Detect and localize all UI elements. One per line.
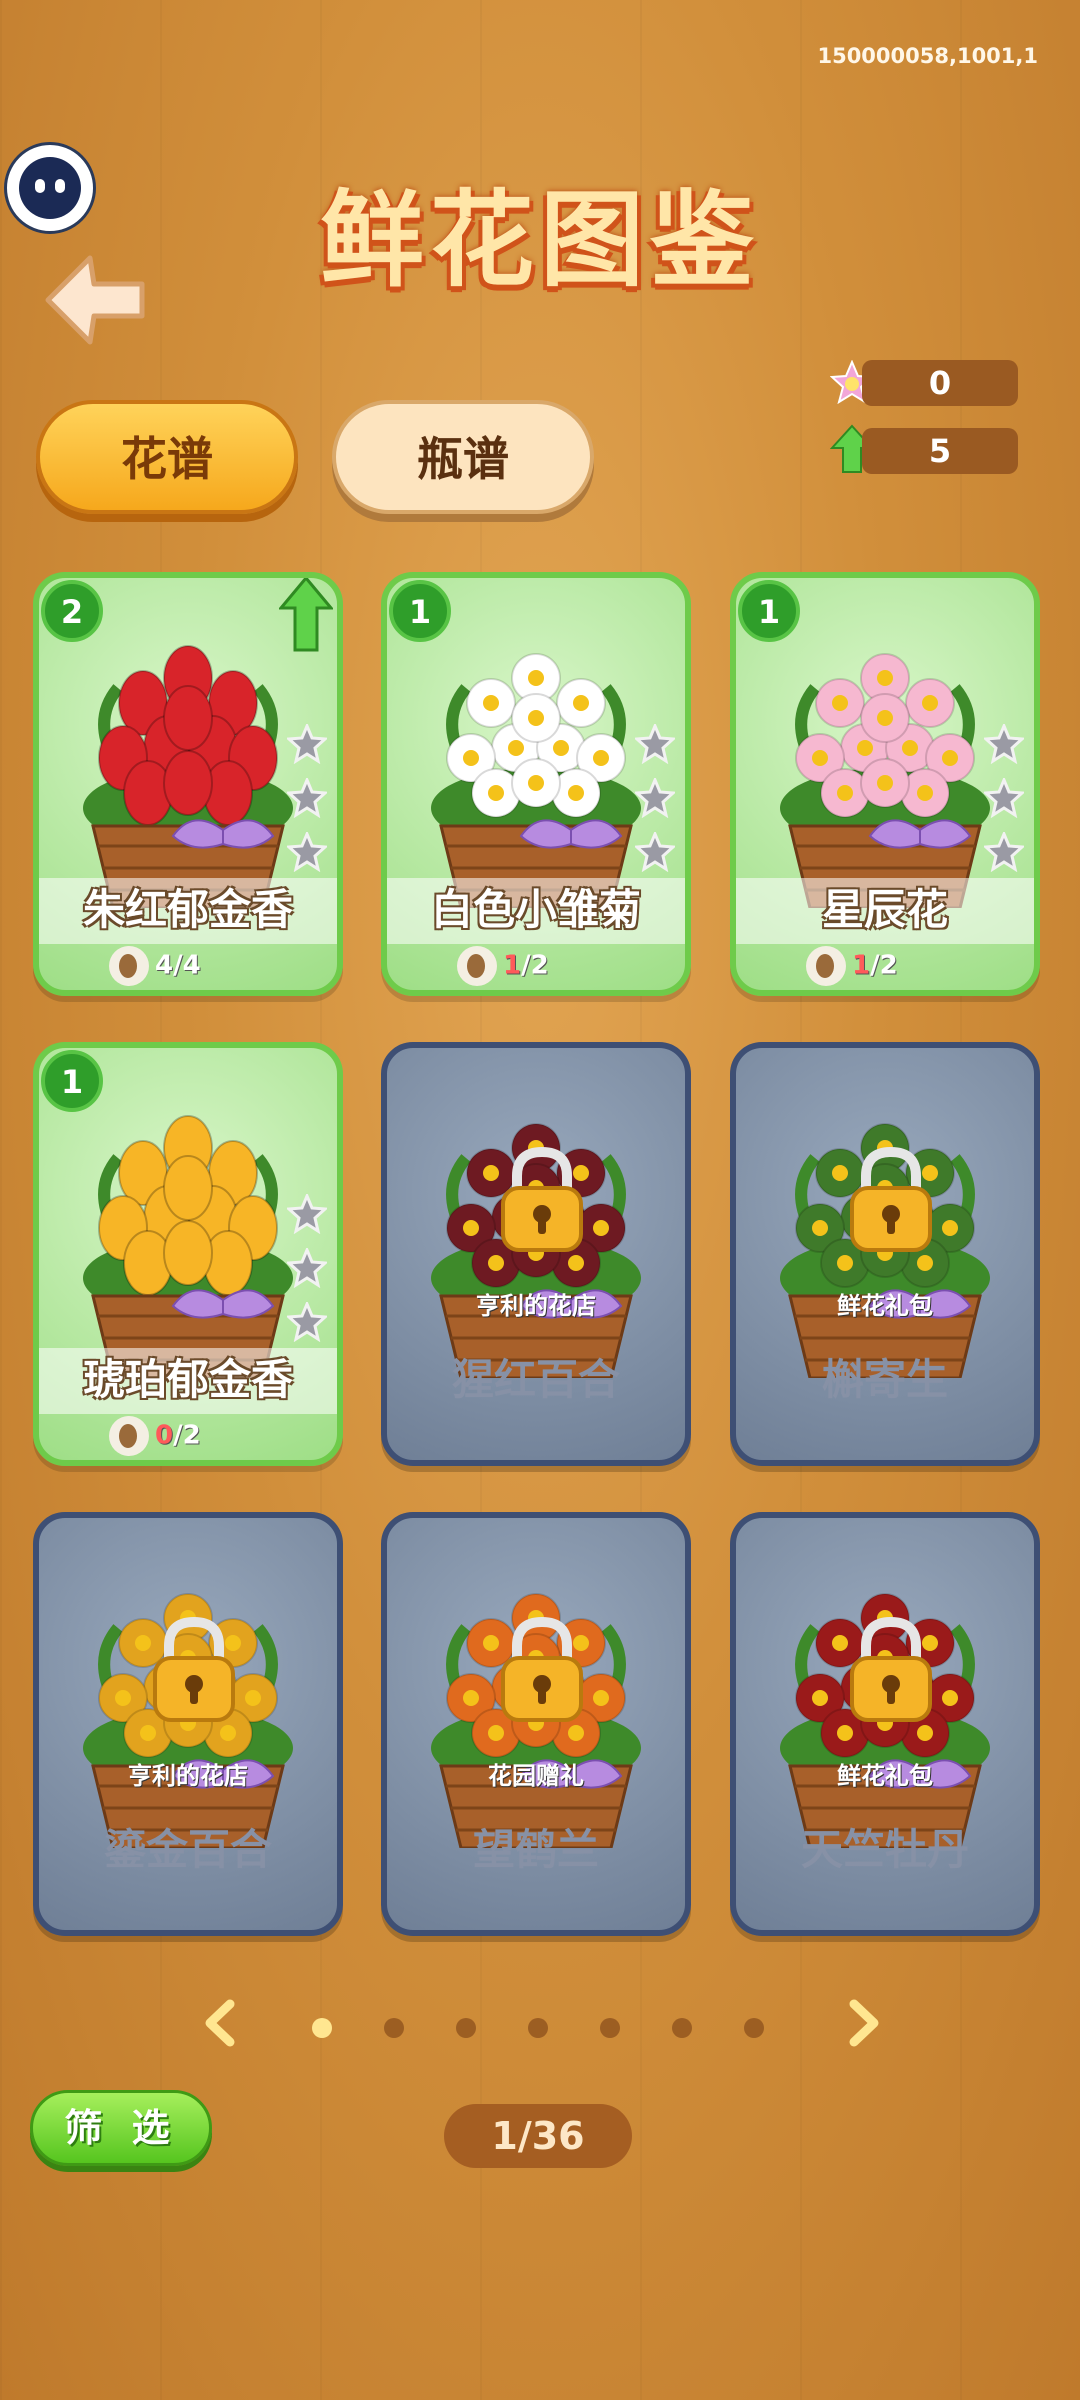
seed-progress-total: /2 xyxy=(521,950,549,981)
flower-card[interactable]: 2 朱红郁金香 4/4 xyxy=(33,572,343,996)
unlock-source: 鲜花礼包 xyxy=(837,1292,933,1320)
chevron-left-icon xyxy=(205,1999,235,2047)
seed-progress: 0/2 xyxy=(109,1416,201,1456)
level-badge: 1 xyxy=(41,1050,103,1112)
upgrade-arrow-icon[interactable] xyxy=(277,578,335,654)
star-slot-icon xyxy=(633,776,677,819)
level-badge: 1 xyxy=(389,580,451,642)
unlock-source: 亨利的花店 xyxy=(476,1292,596,1320)
level-badge: 1 xyxy=(738,580,800,642)
page-title: 鲜花图鉴 xyxy=(319,179,760,301)
flower-card[interactable]: 1 星辰花 1/2 xyxy=(730,572,1040,996)
flower-name: 槲寄生 xyxy=(821,1355,948,1404)
page-dot[interactable] xyxy=(384,2018,404,2038)
seed-progress-have: 0 xyxy=(155,1420,174,1451)
lock-icon xyxy=(497,1144,587,1254)
flower-illustration xyxy=(73,1078,303,1380)
seed-icon xyxy=(109,1416,149,1456)
star-count: 0 xyxy=(862,360,1018,406)
page-dot[interactable] xyxy=(672,2018,692,2038)
tab-vase-book[interactable]: 瓶谱 xyxy=(332,400,594,514)
flower-illustration xyxy=(421,608,651,910)
star-slot-icon xyxy=(285,830,329,873)
flower-card[interactable]: 1 白色小雏菊 1/2 xyxy=(381,572,691,996)
star-slot-icon xyxy=(285,1246,329,1289)
star-slot-icon xyxy=(982,722,1026,765)
seed-progress-have: 1 xyxy=(503,950,522,981)
star-slot-icon xyxy=(982,776,1026,819)
flower-card[interactable]: 1 琥珀郁金香 0/2 xyxy=(33,1042,343,1466)
flower-illustration xyxy=(770,608,1000,910)
star-slot-icon xyxy=(285,1300,329,1343)
flower-name: 天竺牡丹 xyxy=(800,1825,969,1874)
seed-icon xyxy=(109,946,149,986)
page-indicator: 1/36 xyxy=(444,2104,632,2168)
lock-icon xyxy=(846,1614,936,1724)
chevron-right-icon xyxy=(849,1999,879,2047)
seed-progress-have: 4 xyxy=(155,950,174,981)
star-slot-icon xyxy=(285,722,329,765)
page-dot[interactable] xyxy=(600,2018,620,2038)
flower-name: 白色小雏菊 xyxy=(387,878,685,944)
upgrade-count: 5 xyxy=(862,428,1018,474)
level-badge: 2 xyxy=(41,580,103,642)
star-slot-icon xyxy=(982,830,1026,873)
flower-name: 朱红郁金香 xyxy=(39,878,337,944)
flower-card[interactable]: 鲜花礼包 天竺牡丹 xyxy=(730,1512,1040,1936)
flower-name: 猩红百合 xyxy=(451,1355,620,1404)
flower-name: 鎏金百合 xyxy=(103,1825,272,1874)
seed-progress-total: /2 xyxy=(173,1420,201,1451)
seed-icon xyxy=(457,946,497,986)
star-rating xyxy=(285,1192,331,1356)
star-rating xyxy=(285,722,331,886)
seed-progress-total: /4 xyxy=(173,950,201,981)
seed-progress-have: 1 xyxy=(852,950,871,981)
flower-card[interactable]: 亨利的花店 鎏金百合 xyxy=(33,1512,343,1936)
page-dot[interactable] xyxy=(456,2018,476,2038)
lock-icon xyxy=(846,1144,936,1254)
flower-card[interactable]: 花园赠礼 望鹤兰 xyxy=(381,1512,691,1936)
page-dot[interactable] xyxy=(528,2018,548,2038)
flower-card[interactable]: 鲜花礼包 槲寄生 xyxy=(730,1042,1040,1466)
star-slot-icon xyxy=(285,776,329,819)
seed-progress: 1/2 xyxy=(457,946,549,986)
star-rating xyxy=(982,722,1028,886)
star-slot-icon xyxy=(633,830,677,873)
debug-id-text: 150000058,1001,1 xyxy=(817,44,1038,68)
star-rating xyxy=(633,722,679,886)
seed-progress: 1/2 xyxy=(806,946,898,986)
star-slot-icon xyxy=(633,722,677,765)
unlock-source: 亨利的花店 xyxy=(128,1762,248,1790)
flower-card[interactable]: 亨利的花店 猩红百合 xyxy=(381,1042,691,1466)
seed-progress-total: /2 xyxy=(870,950,898,981)
tab-flower-book[interactable]: 花谱 xyxy=(36,400,298,514)
flower-name: 望鹤兰 xyxy=(472,1825,599,1874)
lock-icon xyxy=(497,1614,587,1724)
lock-icon xyxy=(149,1614,239,1724)
unlock-source: 鲜花礼包 xyxy=(837,1762,933,1790)
next-page-button[interactable] xyxy=(846,1998,882,2048)
page-dot[interactable] xyxy=(312,2018,332,2038)
unlock-source: 花园赠礼 xyxy=(488,1762,584,1790)
filter-button[interactable]: 筛 选 xyxy=(30,2090,212,2166)
seed-icon xyxy=(806,946,846,986)
flower-name: 琥珀郁金香 xyxy=(39,1348,337,1414)
flower-illustration xyxy=(73,608,303,910)
seed-progress: 4/4 xyxy=(109,946,201,986)
prev-page-button[interactable] xyxy=(202,1998,238,2048)
flower-name: 星辰花 xyxy=(736,878,1034,944)
star-slot-icon xyxy=(285,1192,329,1235)
page-dot[interactable] xyxy=(744,2018,764,2038)
